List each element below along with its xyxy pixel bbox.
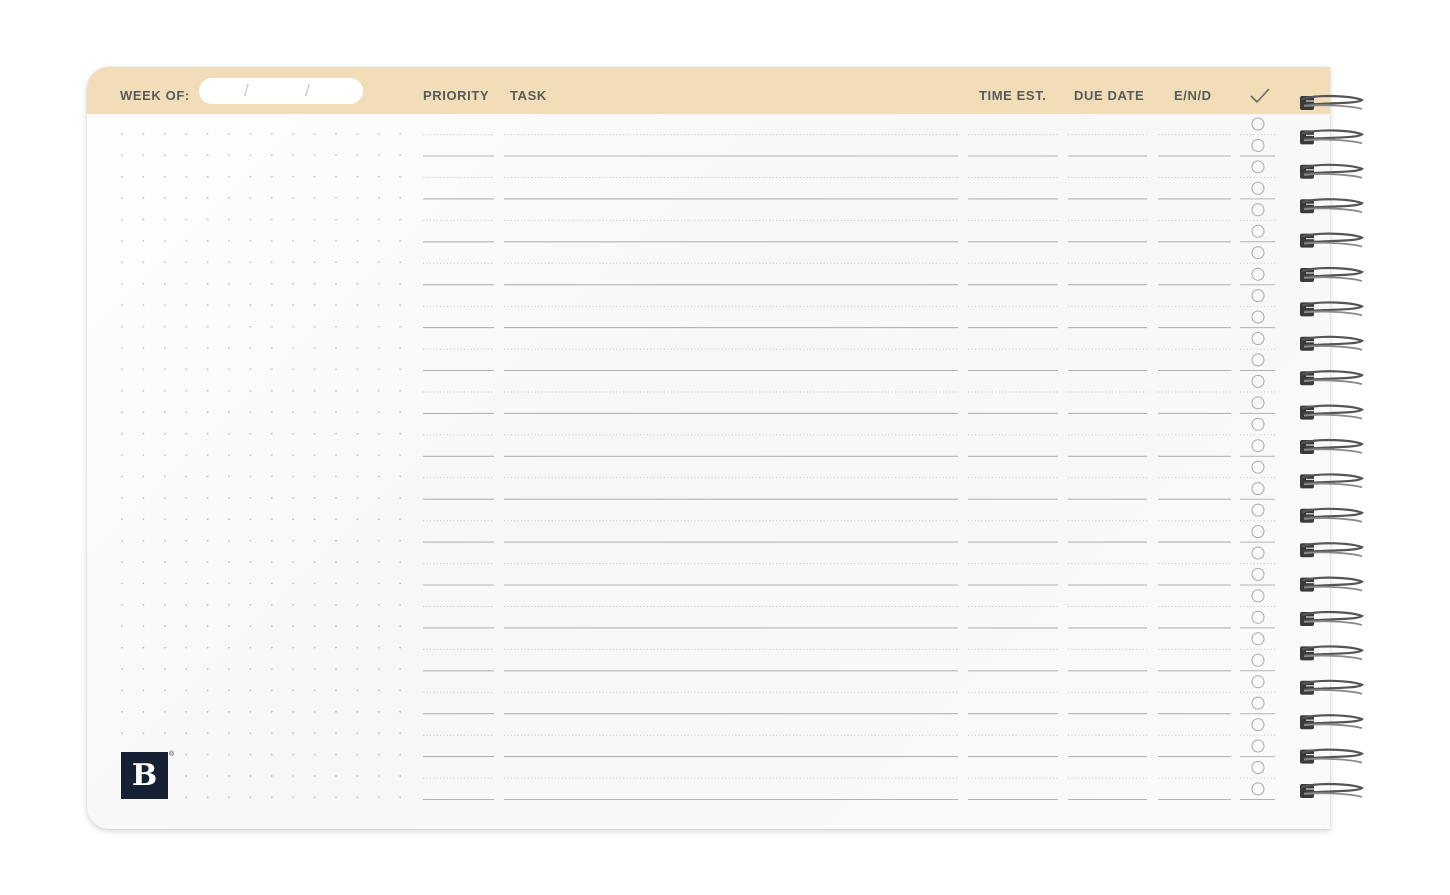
checkbox-circle (1251, 396, 1265, 410)
checkbox-circle (1251, 782, 1265, 796)
spiral-binding (1300, 94, 1364, 798)
checkbox-circle (1251, 567, 1265, 581)
checkbox-circle (1251, 439, 1265, 453)
checkbox-circle (1251, 525, 1265, 539)
checkbox-circle (1251, 139, 1265, 152)
checkbox-circle (1251, 482, 1265, 496)
checkbox-circle (1251, 310, 1265, 324)
registered-mark: ® (169, 751, 175, 758)
checkbox-circle (1251, 503, 1265, 517)
checkbox-circle (1251, 610, 1265, 624)
checkbox-circle (1251, 718, 1265, 732)
checkbox-circle (1251, 181, 1265, 195)
checkbox-circle (1251, 632, 1265, 646)
checkbox-circle (1251, 589, 1265, 603)
checkbox-circle (1251, 203, 1265, 217)
checkbox-circle (1251, 739, 1265, 753)
checkbox-circle (1251, 289, 1265, 303)
checkbox-circle (1251, 546, 1265, 560)
checkbox-circle (1251, 653, 1265, 667)
brand-logo: B (121, 752, 168, 799)
checkbox-circle (1251, 696, 1265, 710)
checkbox-circle (1251, 267, 1265, 281)
checkbox-circle (1251, 332, 1265, 345)
checkbox-circle (1251, 761, 1265, 774)
checkbox-circle (1251, 675, 1265, 689)
checkbox-circle (1251, 160, 1265, 174)
checkbox-circle (1251, 246, 1265, 260)
checkbox-circle (1251, 117, 1265, 131)
checkbox-circle (1251, 374, 1265, 388)
task-rows (423, 117, 1275, 801)
checkbox-circle (1251, 417, 1265, 431)
checkbox-circle (1251, 460, 1265, 474)
planner-page: WEEK OF: / / PRIORITY TASK TIME EST. DUE… (87, 67, 1330, 829)
checkbox-circle (1251, 224, 1265, 238)
checkbox-circle (1251, 353, 1265, 367)
